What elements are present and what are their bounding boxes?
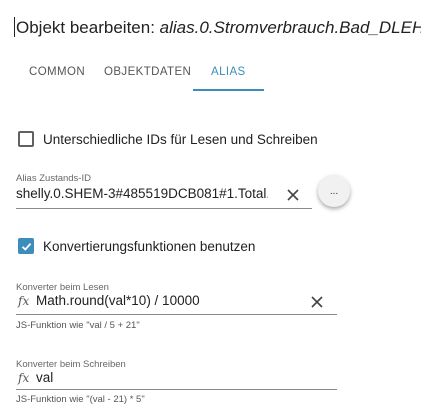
alias-state-id-input[interactable]: shelly.0.SHEM-3#485519DCB081#1.Total.C [16,186,268,201]
alias-state-id-field: Alias Zustands-ID shelly.0.SHEM-3#485519… [16,168,312,210]
dialog-title-object: alias.0.Stromverbrauch.Bad_DLEH [159,18,421,37]
read-converter-helper: JS-Funktion wie "val / 5 + 21" [16,320,140,331]
function-fx-icon: fx [18,371,30,385]
write-converter-underline [16,389,337,390]
tab-active-indicator [193,89,264,91]
tab-bar: COMMON OBJEKTDATEN ALIAS [14,58,304,91]
text-caret [14,17,15,37]
use-conversion-label: Konvertierungsfunktionen benutzen [43,238,256,254]
write-converter-helper: JS-Funktion wie "(val - 21) * 5" [16,394,145,405]
tab-objektdaten[interactable]: OBJEKTDATEN [104,66,191,78]
read-converter-field: Konverter beim Lesen fx Math.round(val*1… [16,277,337,337]
alias-state-id-underline [16,208,312,209]
use-conversion-checkbox[interactable] [18,238,34,254]
function-fx-icon: fx [18,294,30,308]
read-converter-underline [16,314,337,315]
different-ids-checkbox-row[interactable]: Unterschiedliche IDs für Lesen und Schre… [18,131,318,147]
dialog-title: Objekt bearbeiten: alias.0.Stromverbrauc… [14,17,421,38]
read-converter-label: Konverter beim Lesen [16,282,109,293]
dialog-title-prefix: Objekt bearbeiten: [16,18,160,37]
tab-alias[interactable]: ALIAS [211,66,246,78]
checkmark-icon [21,242,31,251]
different-ids-label: Unterschiedliche IDs für Lesen und Schre… [43,131,318,147]
clear-state-id-icon[interactable] [286,188,300,202]
select-state-id-button[interactable]: ... [318,175,350,207]
write-converter-input[interactable]: val [36,370,316,385]
use-conversion-checkbox-row[interactable]: Konvertierungsfunktionen benutzen [18,238,255,254]
write-converter-field: Konverter beim Schreiben fx val JS-Funkt… [16,354,337,410]
write-converter-label: Konverter beim Schreiben [16,359,126,370]
read-converter-input[interactable]: Math.round(val*10) / 10000 [36,293,306,308]
alias-state-id-label: Alias Zustands-ID [16,173,91,184]
clear-read-converter-icon[interactable] [310,295,324,309]
different-ids-checkbox[interactable] [18,131,34,147]
tab-common[interactable]: COMMON [29,66,85,78]
